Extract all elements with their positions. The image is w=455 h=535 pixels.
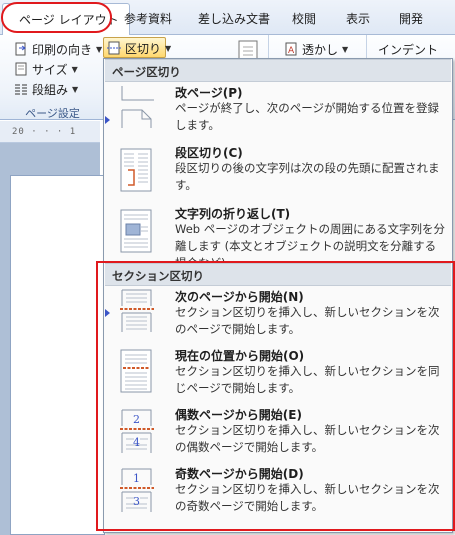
- tab-view[interactable]: 表示: [346, 10, 370, 27]
- tab-references[interactable]: 参考資料: [124, 10, 172, 27]
- columns-button[interactable]: 段組み ▼: [14, 79, 78, 99]
- orientation-icon: [14, 42, 28, 56]
- menu-item-column-break[interactable]: 段区切り(C) 段区切りの後の文字列は次の段の先頭に配置されます。: [105, 144, 451, 194]
- even-page-description: セクション区切りを挿入し、新しいセクションを次の偶数ページで開始します。: [175, 423, 440, 454]
- watermark-icon: A: [284, 42, 298, 56]
- insertion-pointer-icon: [105, 309, 110, 317]
- tab-mailings[interactable]: 差し込み文書: [198, 10, 270, 27]
- even-page-title: 偶数ページから開始(E): [175, 408, 302, 422]
- column-break-description: 段区切りの後の文字列は次の段の先頭に配置されます。: [175, 161, 440, 192]
- columns-label: 段組み: [32, 82, 69, 97]
- next-page-section-icon: [119, 288, 155, 332]
- columns-icon: [14, 82, 28, 96]
- indent-label: インデント: [378, 42, 439, 57]
- odd-page-title: 奇数ページから開始(D): [175, 467, 304, 481]
- ruler-ticks: 20 · · · 1: [12, 127, 77, 137]
- watermark-button[interactable]: A 透かし ▼: [284, 39, 348, 59]
- chevron-down-icon: ▼: [72, 84, 79, 94]
- continuous-description: セクション区切りを挿入し、新しいセクションを同じページで開始します。: [175, 364, 440, 395]
- even-page-number-top: 2: [133, 413, 140, 426]
- continuous-section-icon: [119, 349, 155, 393]
- page-setup-group-label: ページ設定: [25, 107, 80, 120]
- text-wrapping-break-icon: [119, 209, 155, 253]
- tab-page-layout[interactable]: ページ レイアウト: [2, 3, 130, 36]
- insertion-pointer-icon: [105, 116, 110, 124]
- page-break-title: 改ページ(P): [175, 86, 243, 100]
- tab-review[interactable]: 校閲: [292, 10, 316, 27]
- breaks-icon: [107, 41, 121, 55]
- menu-item-continuous[interactable]: 現在の位置から開始(O) セクション区切りを挿入し、新しいセクションを同じページ…: [105, 347, 451, 401]
- size-button[interactable]: サイズ ▼: [14, 59, 78, 79]
- next-page-title: 次のページから開始(N): [175, 290, 304, 304]
- odd-page-section-icon: 1 3: [119, 468, 155, 512]
- size-icon: [14, 62, 28, 76]
- menu-item-page-break[interactable]: 改ページ(P) ページが終了し、次のページが開始する位置を登録します。: [105, 84, 451, 134]
- breaks-dropdown-menu: ページ区切り 改ページ(P) ページが終了し、次のページが開始する位置を登録しま…: [103, 58, 453, 533]
- menu-item-even-page[interactable]: 2 4 偶数ページから開始(E) セクション区切りを挿入し、新しいセクションを次…: [105, 406, 451, 460]
- breaks-button-content[interactable]: 区切り ▼: [107, 38, 171, 58]
- odd-page-description: セクション区切りを挿入し、新しいセクションを次の奇数ページで開始します。: [175, 482, 440, 513]
- tab-developer[interactable]: 開発: [399, 10, 423, 27]
- menu-item-odd-page[interactable]: 1 3 奇数ページから開始(D) セクション区切りを挿入し、新しいセクションを次…: [105, 465, 451, 519]
- menu-item-text-wrapping[interactable]: 文字列の折り返し(T) Web ページのオブジェクトの周囲にある文字列を分離しま…: [105, 205, 451, 270]
- ribbon-tab-bar: ページ レイアウト 参考資料 差し込み文書 校閲 表示 開発: [0, 0, 455, 36]
- chevron-down-icon: ▼: [96, 44, 103, 54]
- chevron-down-icon: ▼: [342, 44, 349, 54]
- odd-page-number-bottom: 3: [133, 495, 140, 508]
- even-page-section-icon: 2 4: [119, 409, 155, 453]
- chevron-down-icon: ▼: [165, 43, 172, 53]
- section-breaks-header: セクション区切り: [105, 263, 451, 286]
- odd-page-number-top: 1: [133, 472, 140, 485]
- horizontal-ruler: 20 · · · 1: [0, 121, 100, 143]
- page-break-icon: [119, 84, 155, 128]
- document-page[interactable]: [10, 175, 105, 535]
- even-page-number-bottom: 4: [133, 436, 140, 449]
- menu-item-next-page[interactable]: 次のページから開始(N) セクション区切りを挿入し、新しいセクションを次のページ…: [105, 288, 451, 342]
- size-label: サイズ: [32, 62, 68, 77]
- column-break-icon: [119, 148, 155, 192]
- continuous-title: 現在の位置から開始(O): [175, 349, 305, 363]
- column-break-title: 段区切り(C): [175, 146, 243, 160]
- orientation-label: 印刷の向き: [32, 42, 93, 57]
- svg-text:A: A: [288, 46, 295, 56]
- orientation-button[interactable]: 印刷の向き ▼: [14, 39, 102, 59]
- next-page-description: セクション区切りを挿入し、新しいセクションを次のページで開始します。: [175, 305, 440, 336]
- page-break-description: ページが終了し、次のページが開始する位置を登録します。: [175, 101, 440, 132]
- page-breaks-header: ページ区切り: [105, 59, 451, 82]
- breaks-label: 区切り: [125, 41, 162, 56]
- chevron-down-icon: ▼: [71, 64, 78, 74]
- watermark-label: 透かし: [302, 42, 339, 57]
- text-wrapping-title: 文字列の折り返し(T): [175, 207, 291, 221]
